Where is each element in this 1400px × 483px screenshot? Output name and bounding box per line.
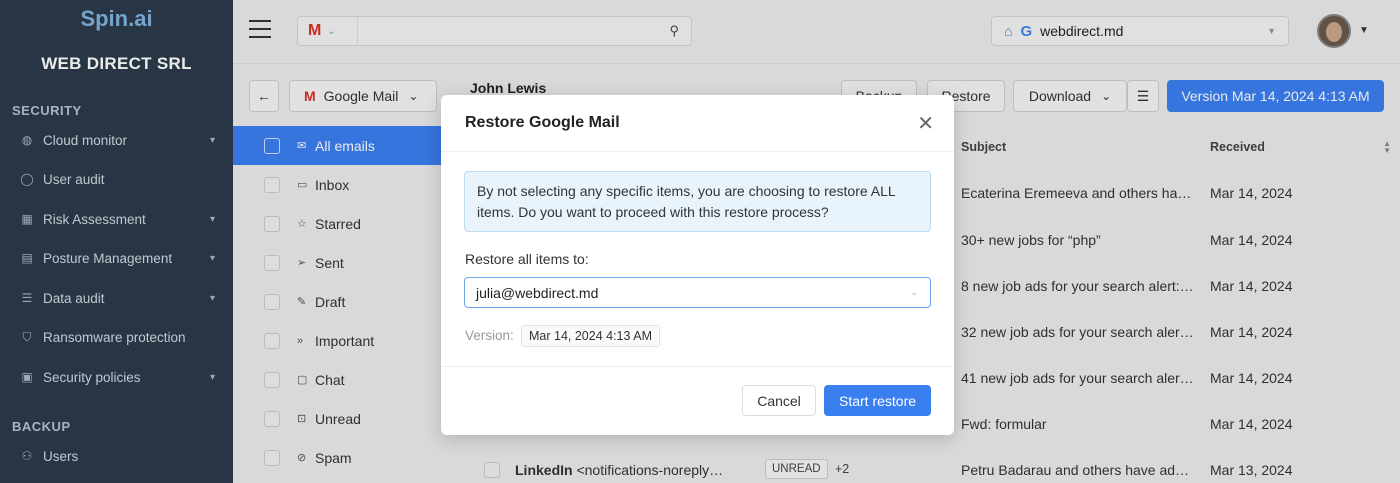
- version-tag: Mar 14, 2024 4:13 AM: [521, 325, 660, 347]
- start-restore-button[interactable]: Start restore: [824, 385, 931, 416]
- dialog-header: Restore Google Mail ✕: [441, 95, 954, 152]
- info-message: By not selecting any specific items, you…: [464, 171, 931, 232]
- divider: [441, 366, 954, 367]
- restore-target-select[interactable]: julia@webdirect.md ⌄: [464, 277, 931, 308]
- cancel-button[interactable]: Cancel: [742, 385, 816, 416]
- version-label: Version:: [465, 328, 514, 343]
- dialog-title: Restore Google Mail: [465, 114, 620, 131]
- restore-dialog: Restore Google Mail ✕ By not selecting a…: [441, 95, 954, 435]
- close-icon[interactable]: ✕: [917, 111, 934, 136]
- restore-target-label: Restore all items to:: [465, 251, 589, 267]
- restore-target-value: julia@webdirect.md: [476, 284, 599, 301]
- chevron-down-icon: ⌄: [910, 287, 918, 297]
